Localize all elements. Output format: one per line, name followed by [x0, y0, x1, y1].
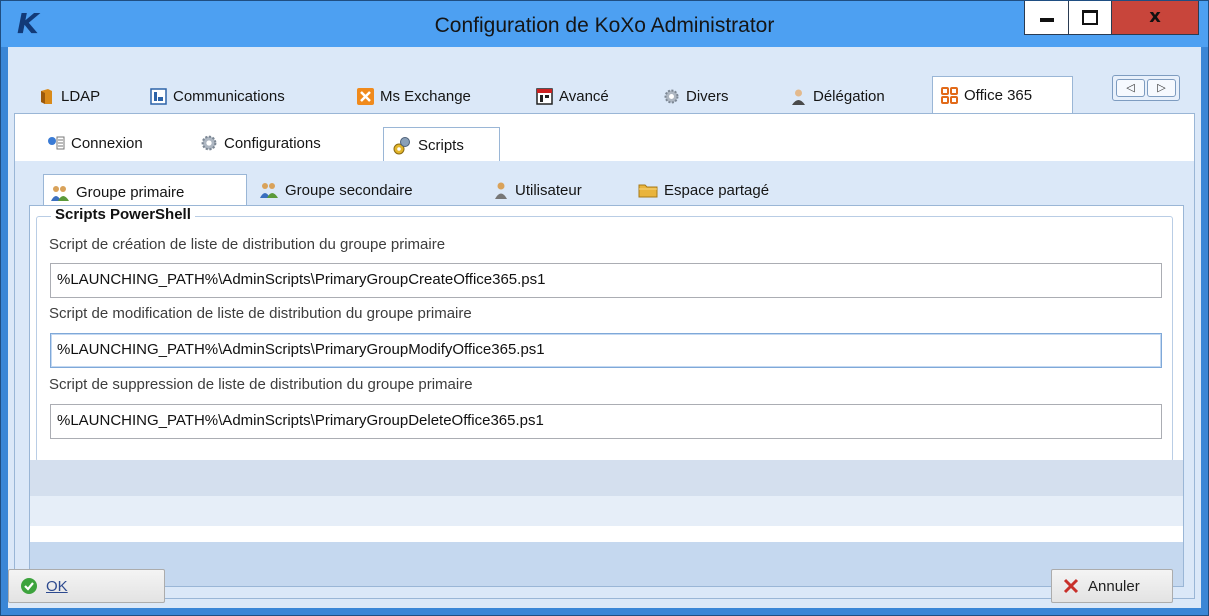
scroll-right-icon[interactable]: ▷ [1147, 79, 1176, 97]
tab-communications[interactable]: Communications [150, 80, 285, 112]
tab-groupe-secondaire[interactable]: Groupe secondaire [259, 174, 413, 206]
tab-connexion[interactable]: Connexion [47, 127, 143, 159]
ok-label: OK [46, 577, 68, 595]
tab-scroll-buttons: ◁ ▷ [1112, 75, 1180, 101]
tab-ms-exchange[interactable]: Ms Exchange [357, 80, 471, 112]
divider-band [30, 460, 1183, 496]
ok-button[interactable]: OK [8, 569, 165, 603]
tab-divers[interactable]: Divers [663, 80, 729, 112]
maximize-button[interactable] [1068, 1, 1112, 35]
tab-label: Divers [686, 87, 729, 105]
tab-utilisateur[interactable]: Utilisateur [493, 174, 582, 206]
office365-page: Connexion Configurations Scripts Groupe … [14, 113, 1195, 599]
close-icon: x [1149, 6, 1161, 27]
connection-icon [48, 136, 65, 150]
minimize-button[interactable] [1024, 1, 1069, 35]
gear-icon [201, 135, 217, 151]
application-window: K Configuration de KoXo Administrator x … [0, 0, 1209, 616]
inner-tab-label: Groupe secondaire [285, 181, 413, 199]
tab-label: Communications [173, 87, 285, 105]
checkmark-icon [21, 578, 37, 594]
maximize-icon [1082, 10, 1098, 25]
subtab-label: Connexion [71, 134, 143, 152]
scripts-icon [393, 136, 410, 154]
client-footer [8, 599, 1201, 608]
tab-espace-partage[interactable]: Espace partagé [638, 174, 769, 206]
tab-ldap[interactable]: LDAP [38, 80, 100, 112]
book-icon [41, 88, 52, 104]
groupe-primaire-page: Scripts PowerShell Script de création de… [29, 205, 1184, 587]
client-area: LDAP Communications Ms Exchange Avancé D… [8, 47, 1201, 608]
create-script-label: Script de création de liste de distribut… [49, 236, 446, 253]
powershell-scripts-group: Scripts PowerShell Script de création de… [36, 206, 1173, 462]
tab-configurations[interactable]: Configurations [200, 127, 321, 159]
user-icon [792, 89, 805, 105]
tab-delegation[interactable]: Délégation [790, 80, 885, 112]
minimize-icon [1039, 18, 1054, 22]
create-script-input[interactable]: %LAUNCHING_PATH%\AdminScripts\PrimaryGro… [50, 263, 1162, 298]
group-title: Scripts PowerShell [51, 206, 195, 223]
delete-script-input[interactable]: %LAUNCHING_PATH%\AdminScripts\PrimaryGro… [50, 404, 1162, 439]
communications-icon [150, 87, 167, 105]
tab-label: Délégation [813, 87, 885, 105]
tab-avance[interactable]: Avancé [536, 80, 609, 112]
tab-label: Avancé [559, 87, 609, 105]
cancel-label: Annuler [1088, 577, 1140, 595]
group-icon [260, 183, 278, 198]
subtab-label: Configurations [224, 134, 321, 152]
tab-office-365[interactable]: Office 365 [932, 76, 1073, 114]
gear-icon [664, 89, 679, 103]
close-icon [1063, 578, 1079, 594]
scroll-left-icon[interactable]: ◁ [1116, 79, 1145, 97]
close-button[interactable]: x [1111, 1, 1199, 35]
inner-tab-label: Utilisateur [515, 181, 582, 199]
folder-icon [638, 184, 658, 198]
tab-label: Ms Exchange [380, 87, 471, 105]
modify-script-input[interactable]: %LAUNCHING_PATH%\AdminScripts\PrimaryGro… [50, 333, 1162, 368]
main-tab-strip: LDAP Communications Ms Exchange Avancé D… [8, 47, 1201, 114]
office365-icon [941, 87, 958, 104]
modify-script-label: Script de modification de liste de distr… [49, 305, 472, 322]
office365-subtab-strip: Connexion Configurations Scripts [15, 114, 1194, 163]
inner-tab-label: Groupe primaire [76, 184, 185, 201]
scripts-page: Groupe primaire Groupe secondaire Utilis… [15, 161, 1194, 598]
exchange-icon [357, 87, 374, 105]
tab-scripts[interactable]: Scripts [383, 127, 500, 163]
advanced-icon [536, 87, 553, 105]
empty-area [30, 496, 1183, 526]
title-bar[interactable]: K Configuration de KoXo Administrator x [1, 1, 1208, 47]
delete-script-label: Script de suppression de liste de distri… [49, 376, 473, 393]
subtab-label: Scripts [418, 137, 464, 154]
cancel-button[interactable]: Annuler [1051, 569, 1173, 603]
tab-label: Office 365 [964, 87, 1033, 104]
group-icon [51, 185, 69, 201]
tab-label: LDAP [61, 87, 101, 105]
inner-tab-label: Espace partagé [664, 181, 770, 199]
scripts-content: Scripts PowerShell Script de création de… [30, 206, 1183, 542]
user-icon [495, 182, 507, 199]
